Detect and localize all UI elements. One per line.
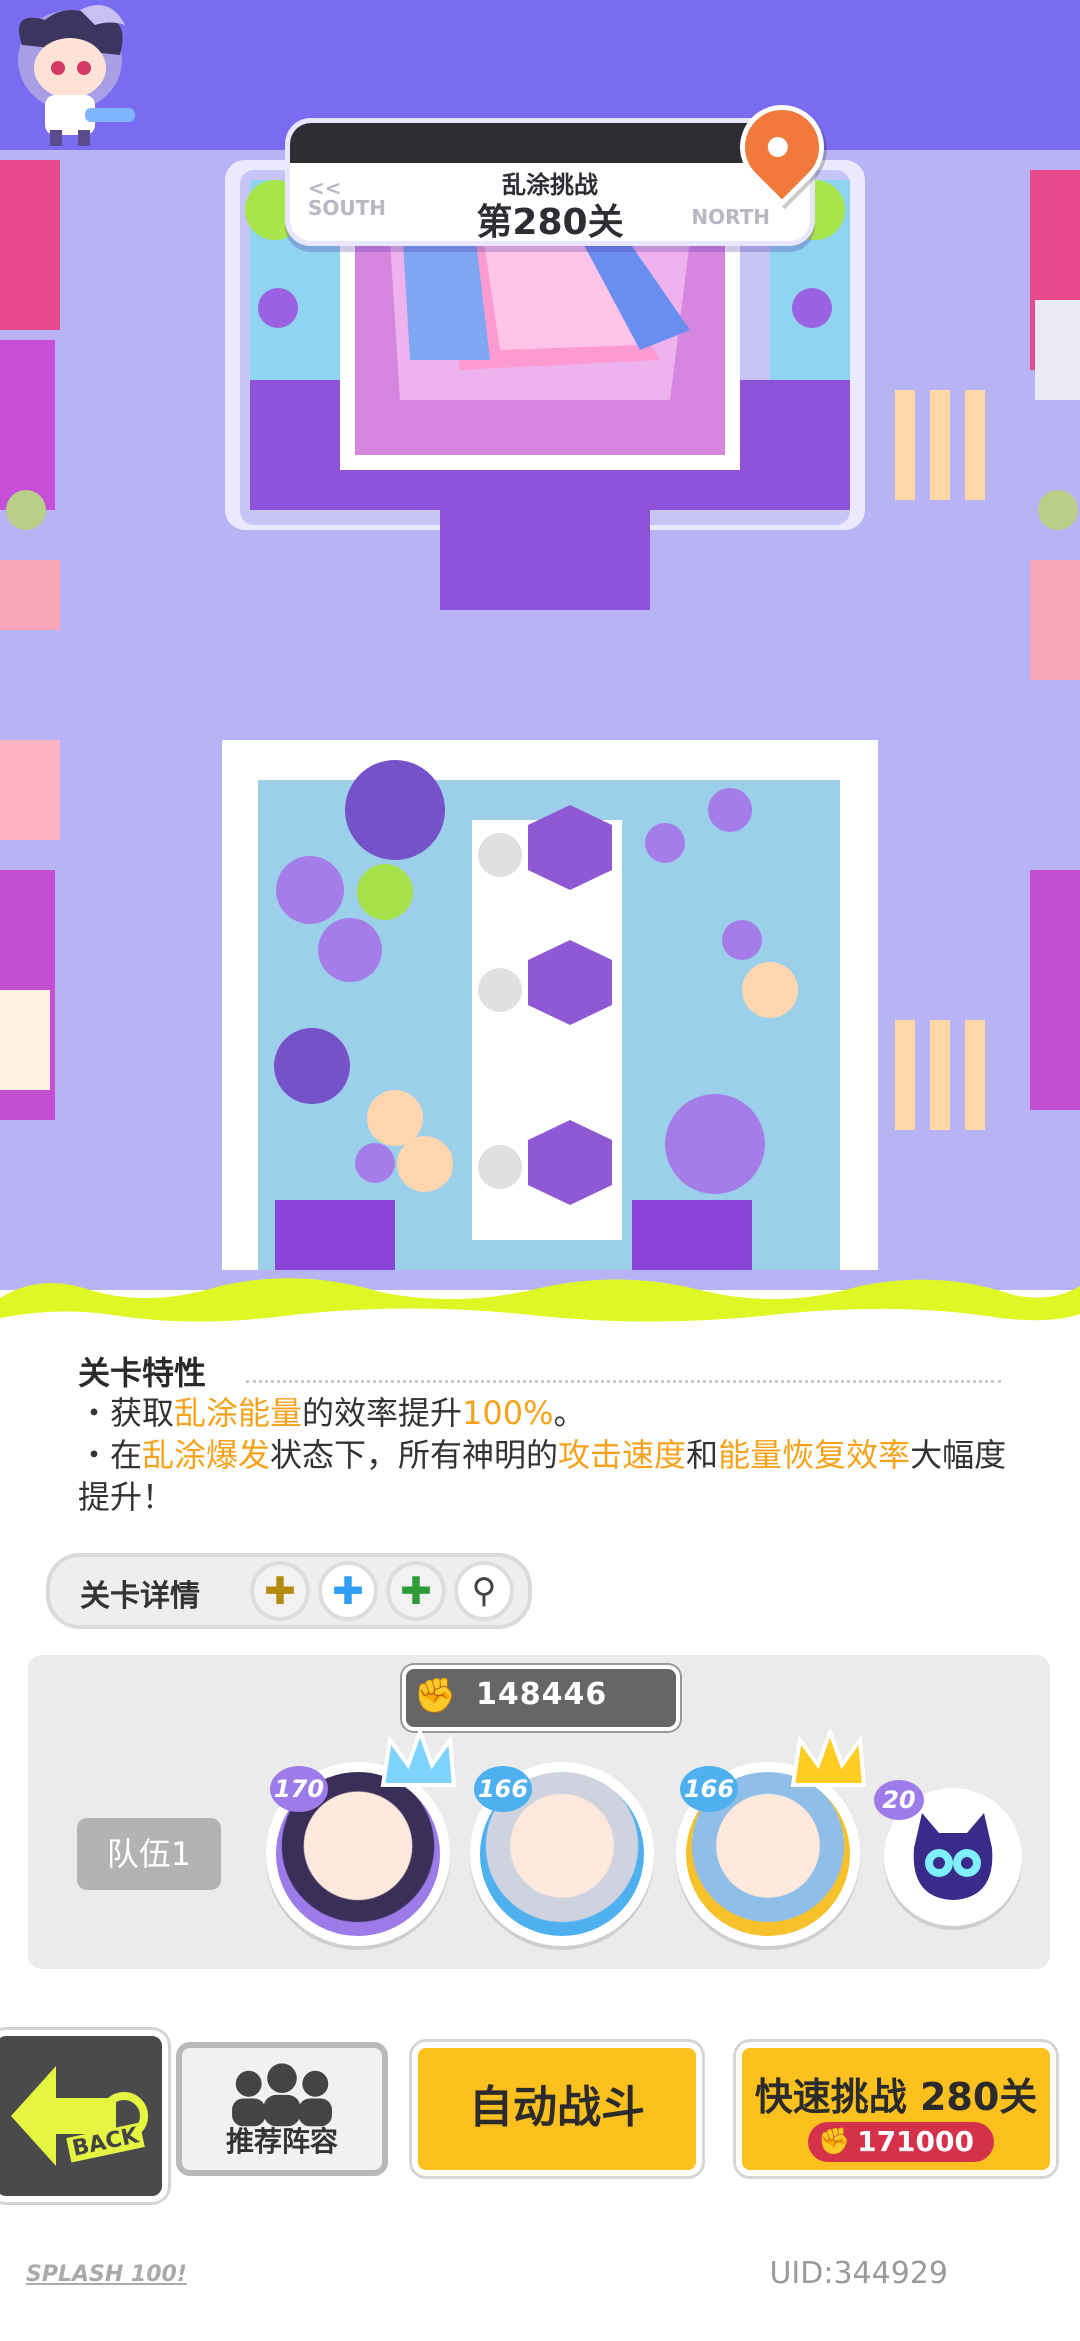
trait2-highlight-speed: 攻击速度 bbox=[558, 1436, 687, 1474]
trait-line-2: ・在乱涂爆发状态下，所有神明的攻击速度和能量恢复效率大幅度提升！ bbox=[78, 1434, 1018, 1518]
stage-details-label: 关卡详情 bbox=[80, 1579, 200, 1614]
hero-1-level: 170 bbox=[270, 1766, 328, 1812]
hero-slot-1[interactable]: 170 bbox=[266, 1730, 457, 1946]
trait1-highlight-percent: 100% bbox=[462, 1394, 554, 1432]
quick-challenge-label: 快速挑战 280关 bbox=[754, 2075, 1038, 2119]
pet-level: 20 bbox=[874, 1780, 924, 1820]
quick-cost-value: 171000 bbox=[857, 2125, 974, 2158]
hero-2-level: 166 bbox=[474, 1766, 532, 1812]
hero-3-level: 166 bbox=[680, 1766, 738, 1812]
quick-challenge-button[interactable]: 快速挑战 280关 ✊ 171000 bbox=[736, 2042, 1056, 2176]
quick-challenge-cost: ✊ 171000 bbox=[808, 2122, 994, 2162]
auto-battle-button[interactable]: 自动战斗 bbox=[412, 2042, 702, 2176]
user-id: UID:344929 bbox=[769, 2256, 948, 2291]
stage-title-plate: << SOUTH 乱涂挑战 第280关 NORTH bbox=[285, 118, 815, 246]
trait1-prefix: ・获取 bbox=[78, 1394, 175, 1432]
gold-crown-icon bbox=[790, 1730, 867, 1787]
trait2-and: 和 bbox=[686, 1436, 719, 1474]
back-button[interactable]: BACK bbox=[0, 2030, 168, 2202]
player-character[interactable] bbox=[0, 0, 140, 150]
hero-slot-2[interactable]: 166 bbox=[470, 1762, 654, 1946]
team-power-value: 148446 bbox=[476, 1677, 608, 1712]
hero-slot-3[interactable]: 166 bbox=[676, 1730, 867, 1946]
trait2-highlight-burst: 乱涂爆发 bbox=[142, 1436, 271, 1474]
puzzle-icon-green[interactable]: ✚ bbox=[386, 1561, 446, 1621]
blue-crown-icon bbox=[380, 1730, 457, 1787]
team-select-button[interactable]: 队伍1 bbox=[77, 1818, 221, 1890]
fist-icon: ✊ bbox=[414, 1676, 457, 1716]
trait2-mid: 状态下，所有神明的 bbox=[270, 1436, 559, 1474]
trait1-suffix: 。 bbox=[553, 1394, 586, 1432]
trait2-prefix: ・在 bbox=[78, 1436, 143, 1474]
pet-slot[interactable]: 20 bbox=[874, 1780, 1022, 1926]
north-label: NORTH bbox=[691, 205, 770, 229]
stage-traits-title: 关卡特性 bbox=[78, 1354, 207, 1392]
stage-details-button[interactable]: 关卡详情 ✚ ✚ ✚ ⚲ bbox=[46, 1553, 532, 1629]
recommended-lineup-button[interactable]: 推荐阵容 bbox=[176, 2042, 388, 2176]
trait-line-1: ・获取乱涂能量的效率提升100%。 bbox=[78, 1392, 1018, 1434]
fist-icon: ✊ bbox=[818, 2127, 851, 2157]
back-arrow-icon bbox=[11, 2066, 148, 2166]
lime-splash-edge bbox=[0, 1278, 1080, 1328]
trait2-highlight-recovery: 能量恢复效率 bbox=[718, 1436, 911, 1474]
trait1-mid: 的效率提升 bbox=[302, 1394, 463, 1432]
trait1-highlight-energy: 乱涂能量 bbox=[174, 1394, 303, 1432]
puzzle-icon-gold[interactable]: ✚ bbox=[250, 1561, 310, 1621]
recommended-lineup-label: 推荐阵容 bbox=[225, 2125, 338, 2158]
plate-top-bar bbox=[290, 123, 810, 163]
team-power-tag: ✊ 148446 bbox=[402, 1665, 680, 1731]
stage-traits-text: ・获取乱涂能量的效率提升100%。 ・在乱涂爆发状态下，所有神明的攻击速度和能量… bbox=[78, 1392, 1018, 1518]
game-logo: SPLASH 100! bbox=[26, 2262, 187, 2287]
title-divider bbox=[246, 1380, 1001, 1383]
group-icon bbox=[232, 2063, 332, 2127]
stage-map[interactable]: << SOUTH 乱涂挑战 第280关 NORTH bbox=[0, 0, 1080, 1300]
magnifier-icon[interactable]: ⚲ bbox=[454, 1561, 514, 1621]
puzzle-icon-blue[interactable]: ✚ bbox=[318, 1561, 378, 1621]
